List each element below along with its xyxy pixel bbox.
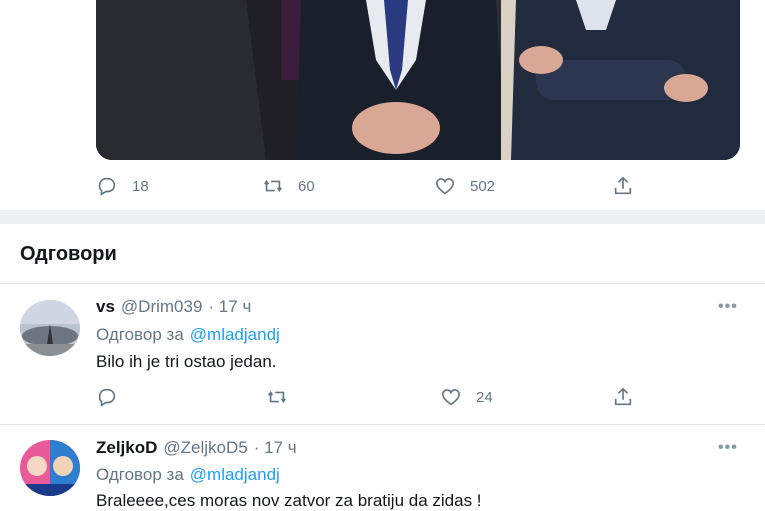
heart-icon [441,389,461,406]
like-count: 502 [470,177,496,195]
more-options-icon[interactable]: ••• [718,439,738,457]
section-divider [0,210,765,224]
share-icon [614,387,632,406]
reply-header: ZeljkoD @ZeljkoD5 · 17 ч [96,438,297,458]
share-action[interactable] [612,386,634,408]
timestamp[interactable]: · 17 ч [254,438,297,457]
share-icon [614,176,632,195]
more-options-icon[interactable]: ••• [718,298,738,316]
reply-prefix: Одговор за [96,325,184,344]
share-action[interactable] [612,175,634,197]
reply-text: Braleeee,ces moras nov zatvor za bratiju… [96,491,482,510]
reply-action[interactable] [96,386,118,408]
reply-prefix: Одговор за [96,465,184,484]
like-action[interactable]: 24 [440,386,493,408]
reply-context: Одговор за @mladjandj [96,325,280,345]
tweet-photo[interactable] [96,0,740,160]
mention-link[interactable]: @mladjandj [190,325,280,344]
divider [0,424,765,425]
retweet-action[interactable]: 60 [262,175,315,197]
avatar[interactable] [20,300,80,356]
timestamp[interactable]: · 17 ч [208,297,251,316]
divider [0,283,765,284]
heart-icon [435,178,455,195]
reply-context: Одговор за @mladjandj [96,465,280,485]
reply-icon [98,177,116,196]
avatar[interactable] [20,440,80,496]
retweet-action[interactable] [266,386,288,408]
reply-action[interactable]: 18 [96,175,149,197]
like-action[interactable]: 502 [434,175,495,197]
reply-text: Bilo ih je tri ostao jedan. [96,352,277,371]
reply-header: vs @Drim039 · 17 ч [96,297,251,317]
user-name[interactable]: vs [96,297,115,316]
retweet-icon [268,390,286,404]
replies-heading: Одговори [20,243,117,265]
user-handle[interactable]: @Drim039 [121,297,203,316]
user-name[interactable]: ZeljkoD [96,438,157,457]
reply-icon [98,388,116,407]
mention-link[interactable]: @mladjandj [190,465,280,484]
like-count: 24 [476,388,493,406]
retweet-icon [264,179,282,193]
reply-count: 18 [132,177,149,195]
user-handle[interactable]: @ZeljkoD5 [163,438,247,457]
retweet-count: 60 [298,177,315,195]
